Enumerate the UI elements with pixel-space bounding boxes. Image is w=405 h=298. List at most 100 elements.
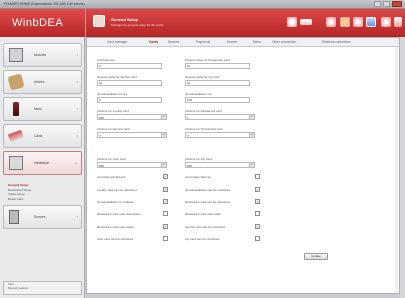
chevron-down-icon[interactable]: ▾ (161, 163, 166, 167)
sidebar-item-menu[interactable]: Menu › (3, 97, 82, 121)
checkbox-label: Restaurant card uses description (97, 212, 141, 216)
checkbox[interactable]: ✓ (255, 187, 260, 192)
checkbox-label: User card can be refreshed (97, 237, 134, 241)
scrollbar[interactable] (395, 47, 398, 293)
home-icon[interactable] (287, 17, 297, 27)
checkbox[interactable] (163, 236, 168, 241)
chevron-down-icon[interactable]: ▾ (161, 115, 166, 119)
service-lifetime-select[interactable]: 7 ▾ (97, 132, 167, 138)
close-button[interactable] (392, 1, 402, 7)
tab-bar: Card manager Cards Devices Payments Draw… (87, 38, 399, 47)
menu-icon (13, 102, 19, 116)
tab-payments[interactable]: Payments (196, 40, 210, 44)
chevron-down-icon[interactable]: ▾ (161, 133, 166, 137)
checkbox[interactable]: ✓ (163, 174, 168, 179)
checkbox-label: Loyalty card can be refreshed (97, 188, 137, 192)
tools-icon[interactable] (353, 17, 363, 27)
select-value: 365 (187, 163, 193, 168)
tab-cards[interactable]: Cards (149, 40, 158, 44)
tab-devices[interactable]: Devices (168, 40, 179, 44)
loyalty-lifetime-select[interactable]: 365 ▾ (97, 114, 167, 120)
service-deposit-input[interactable] (97, 80, 162, 86)
thumbcard-lifetime-select[interactable]: 7 ▾ (185, 132, 255, 138)
checkbox-label: Vip card can be refreshed (185, 237, 220, 241)
select-value: 365 (99, 163, 105, 168)
chevron-right-icon: › (76, 214, 78, 219)
checkbox[interactable] (255, 174, 260, 179)
chevron-down-icon[interactable]: ▾ (249, 133, 254, 137)
sidebar-footer: User Manual features (3, 281, 82, 295)
select-value: 7 (187, 133, 189, 138)
tab-drawer[interactable]: Drawer (227, 40, 237, 44)
chevron-down-icon: ⌄ (74, 160, 78, 165)
window-titlebar: PIXAGES HOME (Connected to 192.168.1.40 … (0, 0, 405, 9)
vip-deposit-input[interactable] (185, 80, 250, 86)
sidebar-sublist: General Setup Restaurant Setup Areas Set… (3, 183, 82, 201)
settings-icon[interactable] (326, 17, 336, 27)
update-button[interactable]: Update (304, 253, 328, 260)
products-icon (7, 73, 25, 91)
service-lifetime-label: Lifetime for Service card (97, 127, 130, 131)
checkbox[interactable] (163, 211, 168, 216)
cards-header-icon (93, 15, 105, 27)
restaurant-deposit-label: Deposit value for Restaurant card (185, 58, 230, 62)
vip-deposit-label: Deposit value for Vip card (185, 75, 220, 79)
exit-icon[interactable] (394, 17, 402, 27)
thumbcard-lifetime-label: Lifetime for Thumbcard card (185, 127, 223, 131)
document-icon[interactable] (366, 17, 376, 27)
chevron-right-icon: › (76, 52, 78, 57)
checkbox[interactable]: ✓ (163, 187, 168, 192)
sidebar-item-devices[interactable]: Devices › (3, 205, 82, 229)
quota-hours-input[interactable] (97, 97, 162, 103)
checkbox[interactable]: ✓ (255, 224, 260, 229)
header-bar: General Setup Manage the general setup f… (85, 9, 405, 37)
select-value: 365 (99, 115, 105, 120)
minimize-button[interactable] (374, 1, 381, 7)
tab-card-manager[interactable]: Card manager (107, 40, 127, 44)
chevron-down-icon[interactable]: ▾ (249, 163, 254, 167)
checkbox[interactable]: ✓ (163, 199, 168, 204)
tab-menu[interactable]: Menu (253, 40, 261, 44)
checkbox-label: Service card can be refreshed (185, 225, 226, 229)
sidebar-item-modules[interactable]: Modules › (3, 43, 82, 67)
chevron-down-icon[interactable]: ▾ (249, 115, 254, 119)
sidebar-item-cards[interactable]: Cards › (3, 124, 82, 148)
cards-icon (7, 129, 25, 144)
restaurant-lifetime-select[interactable]: 7 ▾ (185, 114, 255, 120)
logo-text: WinbDEA (12, 17, 64, 29)
install-icon (9, 156, 23, 170)
card-deposit-input[interactable] (97, 63, 162, 69)
battery-icon[interactable] (300, 19, 312, 25)
restaurant-deposit-input[interactable] (185, 63, 250, 69)
checkbox[interactable]: ✓ (255, 199, 260, 204)
sidebar-item-label: Cards (34, 134, 43, 138)
sidebar: Modules › Articles › Menu › Cards › Inst… (0, 37, 85, 298)
sidebar-item-label: Menu (34, 107, 42, 111)
quota-volume-input[interactable] (185, 97, 250, 103)
checkbox[interactable] (255, 211, 260, 216)
sync-icon[interactable] (381, 17, 391, 27)
select-value: 7 (187, 115, 189, 120)
sidebar-item-installation[interactable]: Installation ⌄ (3, 151, 82, 175)
quota-volume-label: Quota/validation vol (185, 92, 212, 96)
checkbox[interactable]: ✓ (163, 224, 168, 229)
tab-wireless-connection[interactable]: Wireless connection (322, 40, 351, 44)
maximize-button[interactable] (383, 1, 390, 7)
user-lifetime-select[interactable]: 365 ▾ (97, 162, 167, 168)
vip-lifetime-select[interactable]: 365 ▾ (185, 162, 255, 168)
checkbox-label: Restaurant card can be refreshed (185, 200, 230, 204)
devices-icon (9, 210, 19, 224)
vip-lifetime-label: Lifetime for Vip card (185, 157, 212, 161)
subitem-reset-card[interactable]: Reset Card (3, 197, 82, 202)
lightbulb-icon[interactable] (340, 17, 350, 27)
tab-other-connection[interactable]: Other connection (272, 40, 296, 44)
sidebar-item-articles[interactable]: Articles › (3, 70, 82, 94)
header-subtitle: Manage the general setup for the cards (111, 23, 164, 27)
kiosk-icon (9, 48, 23, 62)
sidebar-item-label: Modules (34, 53, 47, 57)
app-logo: WinbDEA (0, 9, 85, 37)
chevron-right-icon: › (76, 133, 78, 138)
checkbox[interactable] (255, 236, 260, 241)
checkbox-label: Quota/validation can be refreshed (185, 188, 231, 192)
quota-hours-label: Quota/validation hours (97, 92, 128, 96)
